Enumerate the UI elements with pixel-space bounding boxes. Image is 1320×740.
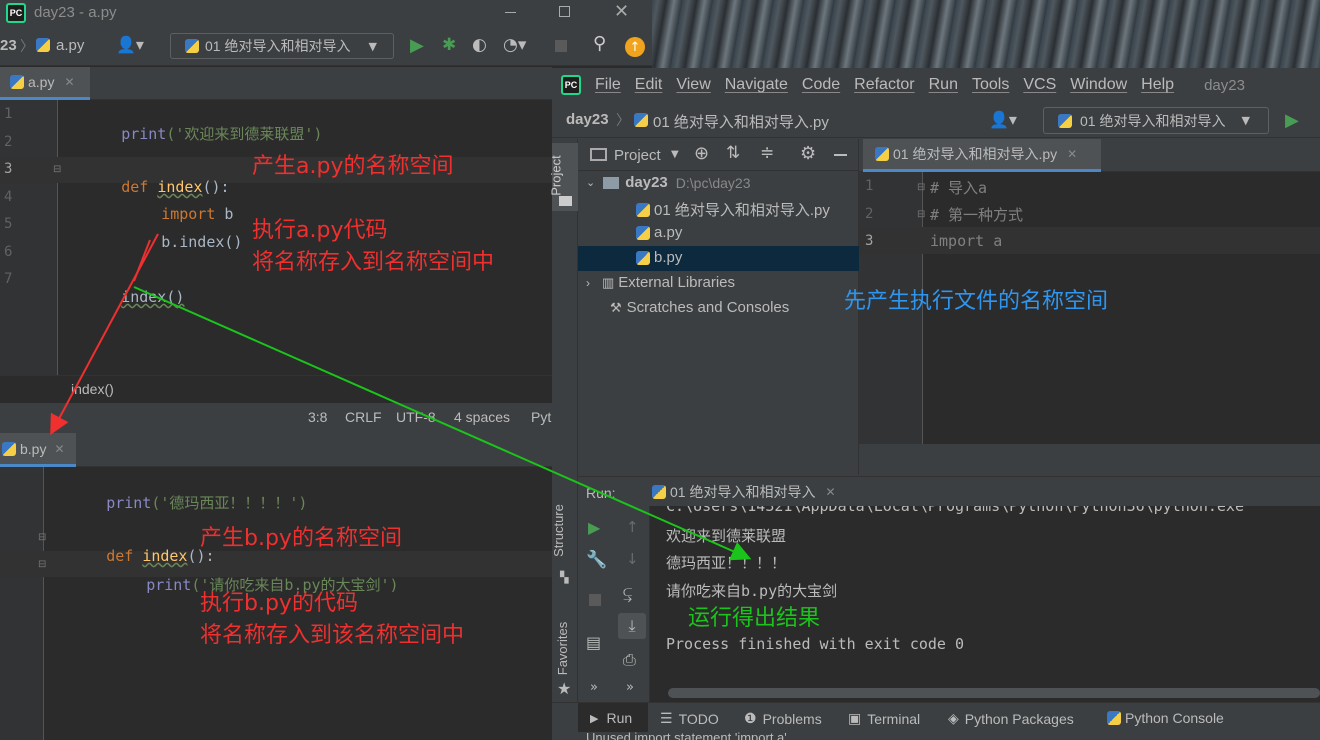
annotation-main-namespace: 先产生执行文件的名称空间 bbox=[844, 289, 1109, 314]
annotation-b-namespace: 产生b.py的名称空间 bbox=[200, 526, 402, 551]
green-arrow-to-output bbox=[133, 286, 752, 561]
annotation-b-exec-2: 将名称存入到该名称空间中 bbox=[200, 623, 465, 648]
annotation-arrows bbox=[50, 233, 752, 561]
annotation-result: 运行得出结果 bbox=[688, 606, 821, 631]
red-arrow-call bbox=[133, 239, 151, 282]
annotation-a-namespace: 产生a.py的名称空间 bbox=[252, 154, 454, 179]
annotation-b-exec-1: 执行b.py的代码 bbox=[200, 591, 358, 616]
red-arrow-a-to-b bbox=[50, 233, 159, 436]
annotation-a-exec-2: 将名称存入到名称空间中 bbox=[252, 250, 495, 275]
annotation-a-exec-1: 执行a.py代码 bbox=[252, 218, 388, 243]
